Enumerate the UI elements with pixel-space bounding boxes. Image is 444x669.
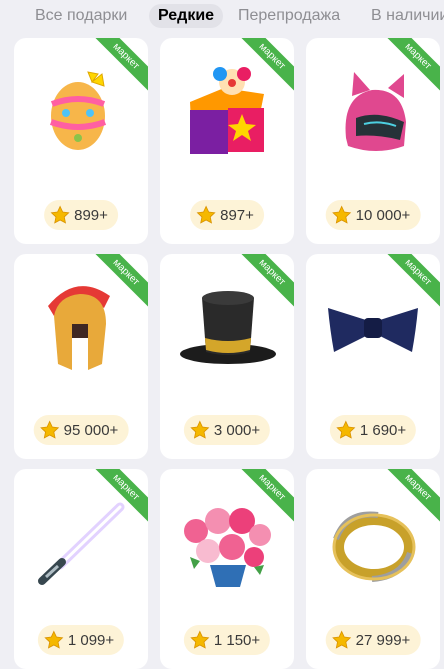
price-value: 1 690+	[359, 421, 407, 439]
tab-rare[interactable]: Редкие	[149, 4, 224, 28]
star-icon	[40, 420, 60, 440]
price-value: 95 000+	[63, 421, 119, 439]
tab-resale[interactable]: Перепродажа	[229, 4, 349, 28]
price-pill[interactable]: 95 000+	[33, 415, 129, 445]
star-icon	[50, 205, 70, 225]
price-pill[interactable]: 1 099+	[37, 625, 125, 655]
star-icon	[190, 630, 210, 650]
star-icon	[332, 630, 352, 650]
star-icon	[332, 205, 352, 225]
gift-card-jack-in-the-box[interactable]: маркет 897+	[160, 38, 294, 244]
price-value: 1 099+	[67, 631, 115, 649]
star-icon	[336, 420, 356, 440]
tab-all-gifts[interactable]: Все подарки	[26, 4, 136, 28]
gift-card-flower-bouquet[interactable]: маркет 1 150+	[160, 469, 294, 669]
star-icon	[196, 205, 216, 225]
gift-card-light-sword[interactable]: маркет 1 099+	[14, 469, 148, 669]
price-pill[interactable]: 1 690+	[329, 415, 417, 445]
price-value: 899+	[74, 206, 108, 224]
price-value: 27 999+	[355, 631, 411, 649]
price-value: 897+	[220, 206, 254, 224]
gift-card-easter-egg[interactable]: маркет 899+	[14, 38, 148, 244]
price-pill[interactable]: 897+	[190, 200, 264, 230]
price-value: 10 000+	[355, 206, 411, 224]
price-value: 1 150+	[213, 631, 261, 649]
gift-card-gold-ring[interactable]: маркет 27 999+	[306, 469, 440, 669]
gift-card-spartan-helmet[interactable]: маркет 95 000+	[14, 254, 148, 459]
star-icon	[190, 420, 210, 440]
price-pill[interactable]: 10 000+	[325, 200, 421, 230]
price-pill[interactable]: 3 000+	[183, 415, 271, 445]
price-pill[interactable]: 899+	[44, 200, 118, 230]
tab-in-stock[interactable]: В наличии	[362, 4, 444, 28]
gift-card-top-hat[interactable]: маркет 3 000+	[160, 254, 294, 459]
star-icon	[44, 630, 64, 650]
gift-card-cat-helmet[interactable]: маркет 10 000+	[306, 38, 440, 244]
price-value: 3 000+	[213, 421, 261, 439]
filter-tabs: Все подарки Редкие Перепродажа В наличии	[0, 0, 444, 34]
gift-card-bow-tie[interactable]: маркет 1 690+	[306, 254, 440, 459]
price-pill[interactable]: 1 150+	[183, 625, 271, 655]
price-pill[interactable]: 27 999+	[325, 625, 421, 655]
